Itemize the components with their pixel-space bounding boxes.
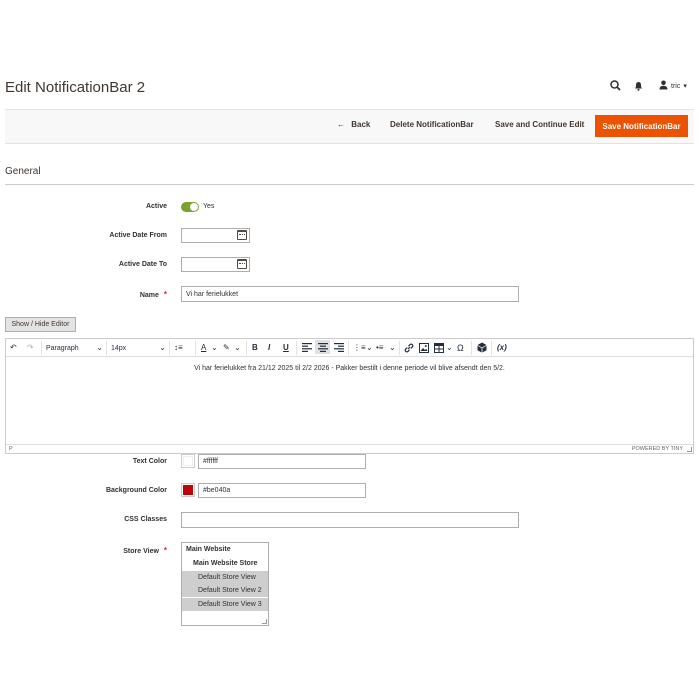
date-to-calendar-button[interactable]: [234, 257, 250, 272]
active-toggle[interactable]: [181, 202, 199, 212]
text-color-label: Text Color: [132, 458, 167, 465]
line-height-icon[interactable]: ↕≡: [174, 342, 183, 354]
delete-button[interactable]: Delete NotificationBar: [390, 120, 474, 129]
special-char-icon[interactable]: Ω: [457, 342, 464, 354]
editor-resize-handle[interactable]: [687, 447, 692, 452]
editor-content[interactable]: Vi har ferielukket fra 21/12 2025 til 2/…: [6, 365, 693, 372]
section-title: General: [5, 166, 41, 177]
user-icon: [659, 80, 668, 92]
section-divider: [5, 184, 694, 185]
back-arrow-icon: ←: [337, 120, 345, 129]
powered-by-link[interactable]: POWERED BY TINY: [632, 446, 683, 452]
page-title: Edit NotificationBar 2: [5, 79, 146, 96]
toolbar-separator: [296, 341, 297, 355]
name-label-text: Name: [139, 292, 159, 299]
variable-icon[interactable]: (x): [497, 342, 507, 354]
link-icon[interactable]: [404, 343, 414, 355]
store-view-option[interactable]: Default Store View 3: [182, 598, 268, 611]
css-classes-input[interactable]: [181, 512, 519, 528]
back-label: Back: [351, 120, 371, 129]
calendar-icon: [237, 259, 247, 269]
name-input[interactable]: Vi har ferielukket: [181, 286, 519, 302]
user-caret-icon: ▾: [683, 83, 687, 90]
toolbar-separator: [348, 341, 349, 355]
required-marker: *: [163, 546, 167, 555]
chevron-down-icon[interactable]: ⌄: [211, 342, 218, 354]
date-from-label: Active Date From: [109, 232, 167, 239]
save-button[interactable]: Save NotificationBar: [595, 115, 688, 137]
toolbar-separator: [195, 341, 196, 355]
bg-color-swatch[interactable]: [181, 483, 195, 497]
align-center-icon[interactable]: [315, 340, 330, 354]
font-size-select[interactable]: 14px ⌄: [111, 342, 166, 355]
bullet-list-icon[interactable]: •≡: [376, 342, 383, 354]
user-name: tric: [671, 82, 681, 90]
bg-color-input[interactable]: #be040a: [198, 483, 366, 498]
format-select[interactable]: Paragraph ⌄: [46, 342, 103, 355]
date-to-label: Active Date To: [118, 261, 167, 268]
chevron-down-icon: ⌄: [96, 343, 103, 352]
bell-icon[interactable]: [634, 81, 643, 94]
user-menu[interactable]: tric ▾: [659, 80, 687, 92]
name-label: Name *: [7, 290, 167, 299]
format-value: Paragraph: [46, 345, 79, 352]
swatch-fill: [183, 456, 193, 466]
element-path[interactable]: P: [9, 446, 13, 452]
italic-icon[interactable]: I: [268, 342, 270, 354]
active-value: Yes: [203, 203, 215, 210]
back-button[interactable]: ← Back: [337, 120, 370, 129]
store-view-option[interactable]: Main Website: [182, 543, 268, 556]
highlight-icon[interactable]: ✎: [223, 342, 230, 354]
search-icon[interactable]: [610, 80, 621, 94]
show-hide-editor-button[interactable]: Show / Hide Editor: [5, 317, 76, 332]
text-color-input[interactable]: #ffffff: [198, 454, 366, 469]
active-label: Active: [145, 203, 167, 210]
toolbar-separator: [106, 341, 107, 355]
store-view-option[interactable]: Main Website Store: [182, 557, 268, 570]
chevron-down-icon[interactable]: ⌄: [446, 342, 453, 354]
table-icon[interactable]: [434, 343, 444, 355]
bold-icon[interactable]: B: [252, 342, 258, 354]
store-view-label-text: Store View: [123, 548, 159, 555]
toolbar-separator: [491, 341, 492, 355]
toolbar-separator: [471, 341, 472, 355]
required-marker: *: [163, 290, 167, 299]
align-right-icon[interactable]: [334, 343, 344, 354]
font-size-value: 14px: [111, 345, 127, 352]
save-continue-button[interactable]: Save and Continue Edit: [495, 120, 584, 129]
toolbar-separator: [169, 341, 170, 355]
text-color-icon[interactable]: A: [201, 342, 206, 354]
toolbar-separator: [399, 341, 400, 355]
chevron-down-icon[interactable]: ⌄: [366, 342, 373, 354]
toggle-knob: [190, 203, 198, 211]
numbered-list-icon[interactable]: ⋮≡: [353, 342, 366, 354]
underline-icon[interactable]: U: [283, 342, 289, 354]
editor-statusbar: P POWERED BY TINY: [6, 444, 693, 453]
toolbar-separator: [41, 341, 42, 355]
undo-icon[interactable]: ↶: [10, 342, 17, 354]
chevron-down-icon[interactable]: ⌄: [234, 342, 241, 354]
store-view-multiselect[interactable]: Main Website Main Website Store Default …: [181, 542, 269, 626]
redo-icon[interactable]: ↷: [27, 342, 34, 354]
toolbar-separator: [246, 341, 247, 355]
store-view-label: Store View *: [7, 546, 167, 555]
resize-handle[interactable]: [262, 619, 267, 624]
chevron-down-icon: ⌄: [159, 343, 166, 352]
store-view-option[interactable]: Default Store View: [182, 571, 268, 584]
image-icon[interactable]: [419, 343, 429, 355]
swatch-fill: [183, 485, 193, 495]
bg-color-label: Background Color: [105, 487, 167, 494]
date-from-calendar-button[interactable]: [234, 228, 250, 243]
css-classes-label: CSS Classes: [124, 516, 167, 523]
widget-icon[interactable]: [477, 342, 487, 355]
text-color-swatch[interactable]: [181, 454, 195, 468]
align-left-icon[interactable]: [302, 343, 312, 354]
store-view-option[interactable]: Default Store View 2: [182, 584, 268, 597]
chevron-down-icon[interactable]: ⌄: [389, 342, 396, 354]
editor-toolbar: [6, 339, 693, 357]
calendar-icon: [237, 230, 247, 240]
